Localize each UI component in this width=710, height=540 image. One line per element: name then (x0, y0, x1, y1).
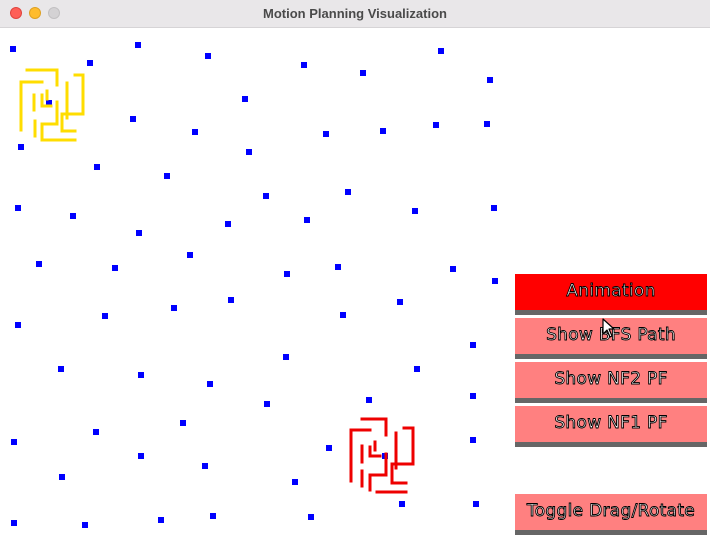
obstacle-point (58, 366, 64, 372)
obstacle-point (470, 342, 476, 348)
obstacle-point (171, 305, 177, 311)
obstacle-point (70, 213, 76, 219)
obstacle-point (207, 381, 213, 387)
obstacle-point (59, 474, 65, 480)
obstacle-point (102, 313, 108, 319)
show-nf2-pf-button[interactable]: Show NF2 PF (515, 362, 707, 403)
obstacle-point (414, 366, 420, 372)
obstacle-point (11, 520, 17, 526)
obstacle-point (323, 131, 329, 137)
obstacle-point (264, 401, 270, 407)
obstacle-point (301, 62, 307, 68)
obstacle-point (136, 230, 142, 236)
obstacle-point (205, 53, 211, 59)
obstacle-point (164, 173, 170, 179)
start-robot[interactable] (19, 68, 85, 142)
obstacle-point (135, 42, 141, 48)
obstacle-point (263, 193, 269, 199)
obstacle-point (228, 297, 234, 303)
obstacle-point (192, 129, 198, 135)
show-nf1-pf-button[interactable]: Show NF1 PF (515, 406, 707, 447)
obstacle-point (11, 439, 17, 445)
title-bar: Motion Planning Visualization (0, 0, 710, 28)
obstacle-point (484, 121, 490, 127)
obstacle-point (15, 322, 21, 328)
obstacle-point (292, 479, 298, 485)
obstacle-point (18, 144, 24, 150)
obstacle-point (433, 122, 439, 128)
obstacle-point (380, 128, 386, 134)
obstacle-point (82, 522, 88, 528)
obstacle-point (210, 513, 216, 519)
obstacle-point (158, 517, 164, 523)
obstacle-point (130, 116, 136, 122)
obstacle-point (15, 205, 21, 211)
obstacle-point (138, 453, 144, 459)
app-window: Motion Planning Visualization Animation … (0, 0, 710, 540)
obstacle-point (487, 77, 493, 83)
obstacle-point (94, 164, 100, 170)
obstacle-point (470, 393, 476, 399)
obstacle-point (283, 354, 289, 360)
animation-button[interactable]: Animation (515, 274, 707, 315)
obstacle-point (438, 48, 444, 54)
obstacle-point (492, 278, 498, 284)
obstacle-point (246, 149, 252, 155)
window-title: Motion Planning Visualization (263, 6, 447, 21)
obstacle-point (335, 264, 341, 270)
obstacle-point (187, 252, 193, 258)
obstacle-point (36, 261, 42, 267)
obstacle-point (366, 397, 372, 403)
obstacle-point (242, 96, 248, 102)
obstacle-point (412, 208, 418, 214)
toggle-drag-rotate-button[interactable]: Toggle Drag/Rotate (515, 494, 707, 535)
obstacle-point (112, 265, 118, 271)
obstacle-point (304, 217, 310, 223)
obstacle-point (138, 372, 144, 378)
obstacle-point (225, 221, 231, 227)
obstacle-point (399, 501, 405, 507)
obstacle-point (360, 70, 366, 76)
obstacle-point (93, 429, 99, 435)
obstacle-point (473, 501, 479, 507)
mouse-pointer-icon (602, 318, 615, 338)
obstacle-point (10, 46, 16, 52)
obstacle-point (202, 463, 208, 469)
obstacle-point (450, 266, 456, 272)
obstacle-point (284, 271, 290, 277)
obstacle-point (180, 420, 186, 426)
obstacle-point (397, 299, 403, 305)
obstacle-point (87, 60, 93, 66)
obstacle-point (326, 445, 332, 451)
obstacle-point (345, 189, 351, 195)
obstacle-point (470, 437, 476, 443)
workspace-canvas[interactable]: Animation Show BFS Path Show NF2 PF Show… (0, 28, 710, 540)
obstacle-point (491, 205, 497, 211)
obstacle-point (340, 312, 346, 318)
obstacle-point (308, 514, 314, 520)
